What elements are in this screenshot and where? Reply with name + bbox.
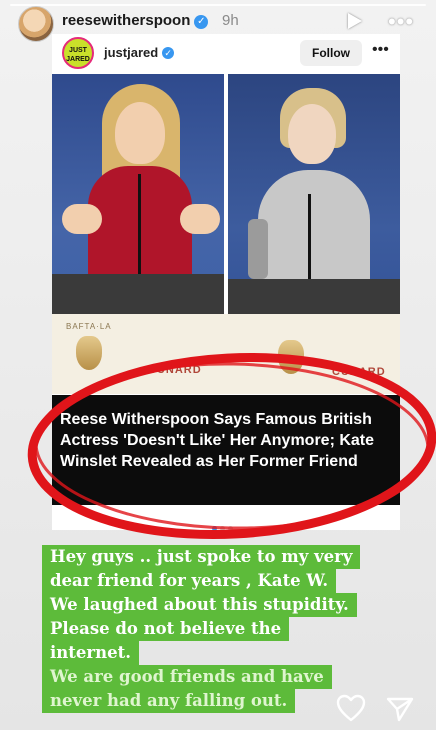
arm-shape	[62, 204, 102, 234]
caption-line: dear friend for years , Kate W.	[42, 569, 337, 593]
shared-post[interactable]: JUST JARED justjared ✓ Follow ••• BAFTA·…	[52, 34, 400, 531]
post-more-icon[interactable]: •••	[372, 41, 389, 59]
caption-line: internet.	[42, 641, 139, 665]
post-image: BAFTA·LA CUNARD CUNARD	[52, 74, 400, 394]
trophy-shape	[248, 219, 268, 279]
bafta-mask-icon	[76, 336, 102, 370]
more-icon[interactable]: •••	[388, 9, 414, 35]
verified-icon: ✓	[194, 15, 209, 29]
podium-shape	[228, 279, 400, 314]
carousel-indicator	[212, 518, 236, 536]
post-header: JUST JARED justjared ✓ Follow •••	[52, 34, 400, 72]
avatar[interactable]	[18, 6, 54, 42]
caption-line: We laughed about this stupidity.	[42, 593, 357, 617]
face-shape	[115, 102, 165, 164]
caption-line: We are good friends and have	[42, 665, 332, 689]
photo-reese	[52, 74, 224, 354]
sponsor-banner: BAFTA·LA CUNARD CUNARD	[52, 314, 400, 394]
article-headline: Reese Witherspoon Says Famous British Ac…	[60, 411, 375, 470]
carousel-dot	[220, 526, 225, 531]
face-shape	[288, 104, 336, 164]
story-time: 9h	[222, 12, 239, 29]
follow-button[interactable]: Follow	[300, 40, 362, 66]
heart-icon[interactable]	[336, 694, 366, 722]
verified-icon: ✓	[162, 47, 175, 59]
headline-box: Reese Witherspoon Says Famous British Ac…	[52, 395, 400, 505]
post-account-name[interactable]: justjared ✓	[104, 45, 175, 60]
caption-line: Hey guys .. just spoke to my very	[42, 545, 361, 569]
bafta-text: BAFTA·LA	[66, 322, 112, 331]
podium-shape	[52, 274, 224, 314]
arm-shape	[180, 204, 220, 234]
sponsor-text: CUNARD	[148, 364, 202, 376]
username-text[interactable]: reesewitherspoon	[62, 12, 190, 29]
justjared-logo[interactable]: JUST JARED	[62, 37, 94, 69]
play-icon[interactable]	[348, 13, 362, 29]
send-icon[interactable]	[386, 696, 414, 722]
carousel-dot	[212, 526, 217, 531]
bafta-mask-icon	[278, 340, 304, 374]
caption-line: never had any falling out.	[42, 689, 296, 713]
photo-kate	[228, 74, 400, 354]
caption-line: Please do not believe the	[42, 617, 290, 641]
carousel-dot	[228, 526, 233, 531]
account-name-text[interactable]: justjared	[104, 45, 158, 60]
story-caption: Hey guys .. just spoke to my very dear f…	[42, 545, 412, 713]
story-username[interactable]: reesewitherspoon ✓	[62, 12, 209, 29]
story-viewer[interactable]: reesewitherspoon ✓ 9h ••• JUST JARED justj…	[0, 0, 436, 730]
sponsor-text: CUNARD	[332, 366, 386, 378]
